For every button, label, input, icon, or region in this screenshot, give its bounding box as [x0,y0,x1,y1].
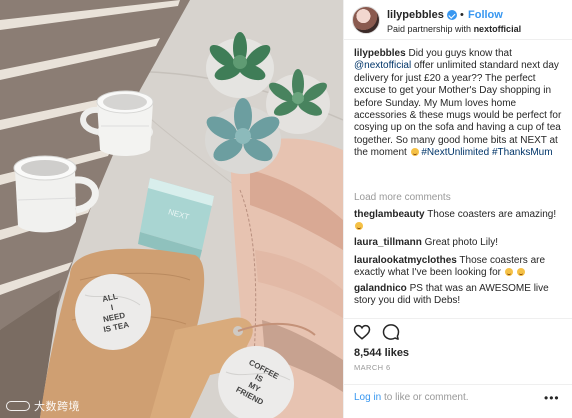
smiling-face-emoji-icon [355,222,363,231]
comment-username[interactable]: lauralookatmyclothes [354,255,457,266]
comment-username[interactable]: galandnico [354,283,407,294]
watermark-logo-icon [6,401,30,411]
post-photo[interactable]: NEXT ALL I NEED IS TEA COFFEE IS MY FRIE… [0,0,343,418]
comment-item: theglambeauty Those coasters are amazing… [354,209,566,234]
verified-badge-icon [447,10,457,20]
comment-text: Those coasters are amazing! [427,209,557,220]
actions-divider [344,318,572,319]
watermark-text: 大数跨境 [34,400,80,413]
watermark: 大数跨境 [6,398,80,414]
post-date: MARCH 6 [354,363,391,372]
photo-illustration: NEXT ALL I NEED IS TEA COFFEE IS MY FRIE… [0,0,343,418]
smiling-face-emoji-icon [410,148,419,157]
smiling-face-emoji-icon [504,268,513,277]
login-prompt: Log in to like or comment. [354,392,469,403]
likes-count[interactable]: 8,544 likes [354,347,409,359]
caption-username[interactable]: lilypebbles [354,48,406,59]
coaster-tea: ALL I NEED IS TEA [75,274,151,350]
caption: lilypebbles Did you guys know that @next… [354,48,566,160]
comment-item: laura_tillmann Great photo Lily! [354,237,566,249]
heart-outline-icon[interactable] [353,323,371,341]
comment-username[interactable]: theglambeauty [354,209,425,220]
login-prompt-text: to like or comment. [384,392,469,403]
login-link[interactable]: Log in [354,392,381,403]
follow-button[interactable]: Follow [468,9,503,21]
hashtag-thanks-mum[interactable]: #ThanksMum [492,147,553,158]
caption-text-2: offer unlimited standard next day delive… [354,60,562,159]
caption-mention-link[interactable]: @nextofficial [354,60,411,71]
header-dot-separator: • [460,9,464,21]
footer-divider [344,384,572,385]
partnership-prefix: Paid partnership with [387,24,472,34]
hashtag-next-unlimited[interactable]: #NextUnlimited [421,147,489,158]
comment-item: galandnico PS that was an AWESOME live s… [354,283,566,308]
partner-link[interactable]: nextofficial [474,24,522,34]
instagram-post: NEXT ALL I NEED IS TEA COFFEE IS MY FRIE… [0,0,572,418]
load-more-comments-link[interactable]: Load more comments [354,192,451,203]
speech-bubble-icon[interactable] [382,323,400,341]
post-header: lilypebbles • Follow Paid partnership wi… [344,0,572,40]
paid-partnership-label: Paid partnership with nextofficial [387,24,521,34]
header-username[interactable]: lilypebbles [387,9,444,21]
post-side-panel: lilypebbles • Follow Paid partnership wi… [343,0,572,418]
comment-username[interactable]: laura_tillmann [354,237,422,248]
comment-item: lauralookatmyclothes Those coasters are … [354,255,566,280]
avatar[interactable] [352,6,380,34]
caption-text-1: Did you guys know that [408,48,512,59]
more-options-icon[interactable]: ••• [544,391,560,405]
comment-text: Great photo Lily! [424,237,498,248]
smiling-face-emoji-icon [516,268,525,277]
